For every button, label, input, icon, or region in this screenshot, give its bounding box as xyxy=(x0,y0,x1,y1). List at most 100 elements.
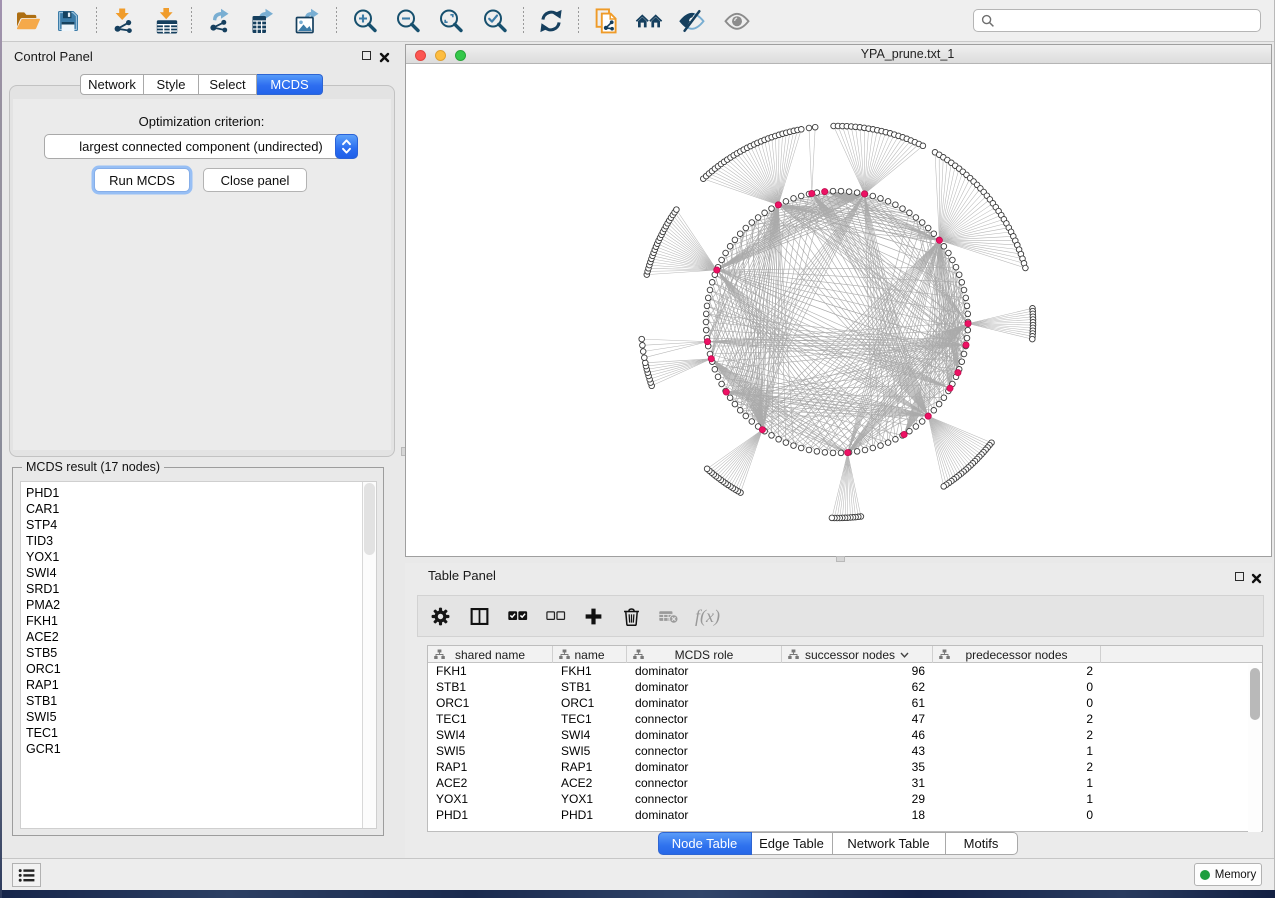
select-all-columns-icon[interactable] xyxy=(503,602,531,630)
tab-network[interactable]: Network xyxy=(80,74,144,95)
column-header-predecessor-nodes[interactable]: predecessor nodes xyxy=(933,646,1101,663)
optimization-criterion-select[interactable]: largest connected component (undirected) xyxy=(44,134,358,159)
table-cell: 62 xyxy=(782,679,933,695)
table-cell: 29 xyxy=(782,791,933,807)
mcds-result-list[interactable]: PHD1CAR1STP4TID3YOX1SWI4SRD1PMA2FKH1ACE2… xyxy=(20,481,377,829)
search-box[interactable] xyxy=(973,9,1261,32)
unselect-all-columns-icon[interactable] xyxy=(541,602,569,630)
memory-status-dot xyxy=(1200,870,1210,880)
float-panel-icon[interactable] xyxy=(362,51,371,60)
mcds-result-item[interactable]: PMA2 xyxy=(21,597,376,613)
mcds-result-item[interactable]: SRD1 xyxy=(21,581,376,597)
tab-mcds[interactable]: MCDS xyxy=(257,74,323,95)
scrollbar-thumb[interactable] xyxy=(1250,668,1260,720)
tab-network-table[interactable]: Network Table xyxy=(833,832,946,855)
table-cell: ORC1 xyxy=(428,695,553,711)
mcds-result-item[interactable]: GCR1 xyxy=(21,741,376,757)
run-mcds-button[interactable]: Run MCDS xyxy=(94,168,190,192)
task-history-button[interactable] xyxy=(12,863,41,887)
table-cell: 2 xyxy=(933,759,1101,775)
zoom-in-icon[interactable] xyxy=(349,5,381,37)
tab-style[interactable]: Style xyxy=(144,74,199,95)
table-float-icon[interactable] xyxy=(1235,572,1244,581)
mcds-result-item[interactable]: SWI4 xyxy=(21,565,376,581)
tab-motifs[interactable]: Motifs xyxy=(946,832,1018,855)
table-row[interactable]: RAP1RAP1dominator352 xyxy=(428,759,1262,775)
zoom-fit-icon[interactable] xyxy=(435,5,467,37)
first-neighbors-icon[interactable] xyxy=(633,5,665,37)
show-columns-icon[interactable] xyxy=(465,602,493,630)
import-network-icon[interactable] xyxy=(107,5,139,37)
apply-layout-icon[interactable] xyxy=(535,5,567,37)
column-header-name[interactable]: name xyxy=(553,646,627,663)
table-panel-titlebar: Table Panel xyxy=(405,563,1272,589)
table-cell: 96 xyxy=(782,663,933,679)
table-settings-icon[interactable] xyxy=(426,602,454,630)
table-row[interactable]: SWI4SWI4dominator462 xyxy=(428,727,1262,743)
zoom-out-icon[interactable] xyxy=(392,5,424,37)
close-panel-button[interactable]: Close panel xyxy=(203,168,307,192)
import-table-icon[interactable] xyxy=(151,5,183,37)
search-input[interactable] xyxy=(995,14,1260,28)
tab-edge-table[interactable]: Edge Table xyxy=(752,832,833,855)
window-zoom-traffic-light[interactable] xyxy=(455,50,466,61)
mcds-result-item[interactable]: STB5 xyxy=(21,645,376,661)
table-close-icon[interactable] xyxy=(1251,571,1262,582)
search-icon xyxy=(981,14,995,28)
mcds-result-item[interactable]: PHD1 xyxy=(21,485,376,501)
table-scrollbar[interactable] xyxy=(1248,664,1261,832)
clone-network-icon[interactable] xyxy=(591,5,623,37)
table-cell: 2 xyxy=(933,727,1101,743)
mcds-result-item[interactable]: SWI5 xyxy=(21,709,376,725)
export-table-icon[interactable] xyxy=(247,5,279,37)
delete-columns-icon[interactable] xyxy=(617,602,645,630)
column-header-shared-name[interactable]: shared name xyxy=(428,646,553,663)
column-header-MCDS-role[interactable]: MCDS role xyxy=(627,646,782,663)
close-panel-icon[interactable] xyxy=(379,50,390,61)
mcds-result-item[interactable]: FKH1 xyxy=(21,613,376,629)
mcds-result-item[interactable]: ACE2 xyxy=(21,629,376,645)
export-image-icon[interactable] xyxy=(291,5,323,37)
table-cell: 2 xyxy=(933,711,1101,727)
save-session-icon[interactable] xyxy=(52,5,84,37)
table-row[interactable]: ACE2ACE2connector311 xyxy=(428,775,1262,791)
toolbar-separator xyxy=(578,7,579,35)
tab-node-table[interactable]: Node Table xyxy=(658,832,752,855)
window-close-traffic-light[interactable] xyxy=(415,50,426,61)
open-session-icon[interactable] xyxy=(12,5,44,37)
tab-select[interactable]: Select xyxy=(199,74,257,95)
network-window-titlebar[interactable]: YPA_prune.txt_1 xyxy=(406,45,1271,64)
table-row[interactable]: FKH1FKH1dominator962 xyxy=(428,663,1262,679)
show-all-icon[interactable] xyxy=(721,5,753,37)
memory-label: Memory xyxy=(1215,869,1257,881)
network-canvas[interactable] xyxy=(406,64,1271,556)
mcds-result-item[interactable]: YOX1 xyxy=(21,549,376,565)
mcds-result-item[interactable]: CAR1 xyxy=(21,501,376,517)
table-row[interactable]: ORC1ORC1dominator610 xyxy=(428,695,1262,711)
mcds-result-item[interactable]: STP4 xyxy=(21,517,376,533)
export-network-icon[interactable] xyxy=(204,5,236,37)
mcds-result-item[interactable]: RAP1 xyxy=(21,677,376,693)
table-row[interactable]: STB1STB1dominator620 xyxy=(428,679,1262,695)
mcds-result-item[interactable]: TEC1 xyxy=(21,725,376,741)
network-graph xyxy=(406,64,1271,556)
scrollbar-thumb[interactable] xyxy=(364,483,375,555)
table-row[interactable]: SWI5SWI5connector431 xyxy=(428,743,1262,759)
mcds-result-item[interactable]: STB1 xyxy=(21,693,376,709)
table-cell: STB1 xyxy=(428,679,553,695)
table-cell: SWI5 xyxy=(553,743,627,759)
add-column-icon[interactable] xyxy=(579,602,607,630)
hide-selected-icon[interactable] xyxy=(676,5,708,37)
table-row[interactable]: YOX1YOX1connector291 xyxy=(428,791,1262,807)
table-row[interactable]: TEC1TEC1connector472 xyxy=(428,711,1262,727)
column-header-successor-nodes[interactable]: successor nodes xyxy=(782,646,933,663)
zoom-selected-icon[interactable] xyxy=(479,5,511,37)
horizontal-splitter-handle[interactable] xyxy=(836,556,845,562)
mcds-list-scrollbar[interactable] xyxy=(362,482,376,828)
table-row[interactable]: PHD1PHD1dominator180 xyxy=(428,807,1262,823)
control-panel: Control Panel NetworkStyleSelectMCDS Opt… xyxy=(2,42,401,858)
mcds-result-item[interactable]: TID3 xyxy=(21,533,376,549)
mcds-result-item[interactable]: ORC1 xyxy=(21,661,376,677)
memory-button[interactable]: Memory xyxy=(1194,863,1262,886)
window-minimize-traffic-light[interactable] xyxy=(435,50,446,61)
